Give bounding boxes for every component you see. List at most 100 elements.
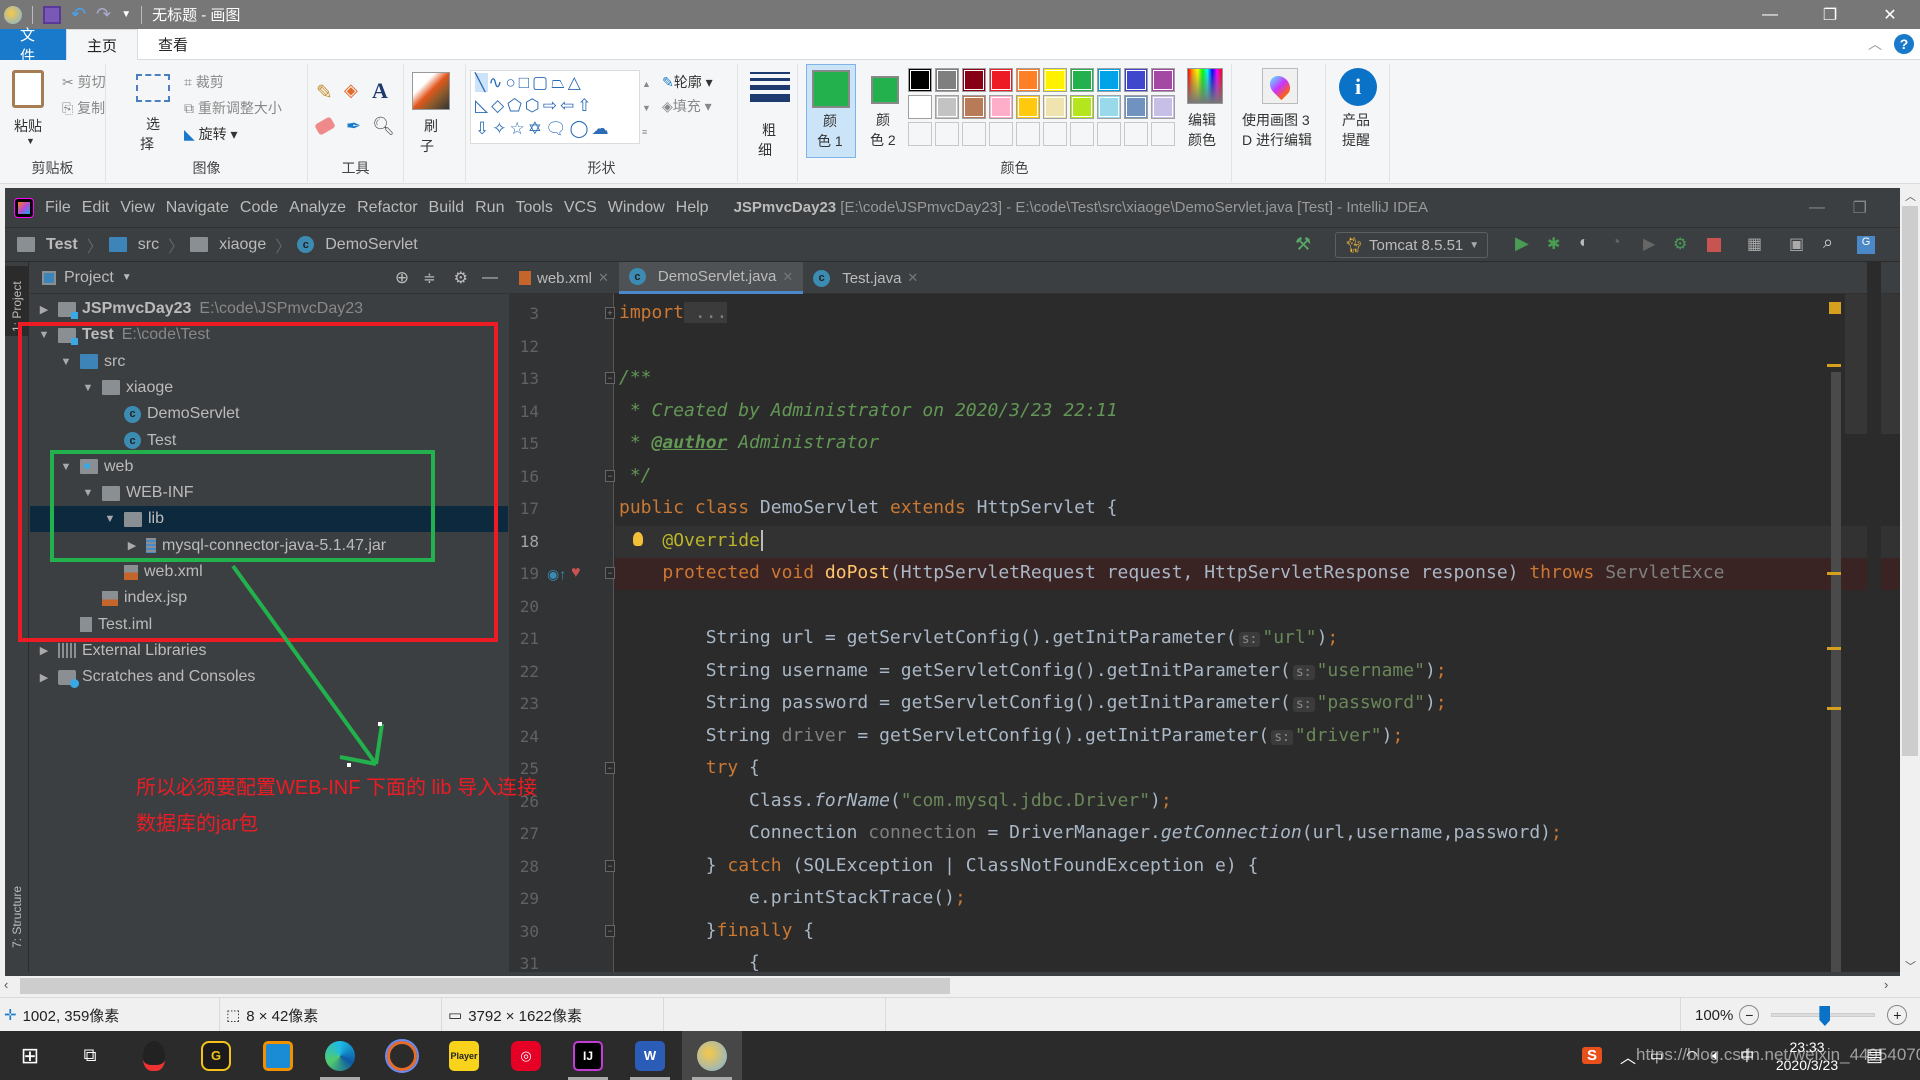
palette-empty-swatch[interactable] [908, 122, 932, 146]
menu-help[interactable]: Help [676, 199, 709, 217]
code-line-26[interactable]: Class.forName("com.mysql.jdbc.Driver"); [619, 786, 1172, 816]
editor-scrollbar[interactable] [1831, 372, 1841, 972]
menu-view[interactable]: View [120, 199, 154, 217]
eraser-icon[interactable] [314, 116, 336, 136]
menu-tools[interactable]: Tools [515, 199, 552, 217]
shapes-scroll[interactable]: ▲ ▼ ≡ [642, 72, 651, 144]
palette-color-swatch[interactable] [1043, 68, 1067, 92]
run-disabled-icon[interactable]: ▶ [1643, 234, 1661, 253]
zoom-in-button[interactable]: + [1887, 1005, 1908, 1025]
scroll-up-icon[interactable]: ︿ [1905, 188, 1916, 204]
paste-button[interactable]: 粘贴 ▼ [10, 70, 46, 150]
start-button[interactable]: ⊞ [0, 1031, 60, 1080]
palette-color-swatch[interactable] [1070, 95, 1094, 119]
taskbar-app-yellow[interactable]: G [186, 1031, 246, 1080]
line-shape-icon[interactable]: ╲ [475, 73, 489, 92]
hide-panel-icon[interactable]: — [482, 269, 498, 287]
tab-file[interactable]: 文件 [0, 27, 66, 65]
palette-empty-swatch[interactable] [1016, 122, 1040, 146]
code-line-21[interactable]: String url = getServletConfig().getInitP… [619, 623, 1339, 653]
code-line-15[interactable]: * @author Administrator [619, 428, 879, 458]
zoom-slider-thumb[interactable] [1819, 1006, 1831, 1026]
structure-stripe-button[interactable]: 7: Structure [5, 862, 29, 952]
code-line-22[interactable]: String username = getServletConfig().get… [619, 656, 1447, 686]
color2-button[interactable]: 颜 色 2 [862, 64, 908, 158]
resize-button[interactable]: ⧉ 重新调整大小 [184, 98, 282, 118]
ij-maximize-button[interactable]: ❐ [1853, 198, 1867, 218]
palette-empty-swatch[interactable] [1124, 122, 1148, 146]
palette-empty-swatch[interactable] [1043, 122, 1067, 146]
vertical-scrollbar[interactable]: ︿ ﹀ [1900, 188, 1920, 976]
palette-empty-swatch[interactable] [989, 122, 1013, 146]
palette-color-swatch[interactable] [1070, 68, 1094, 92]
build-hammer-icon[interactable]: ⚒ [1295, 234, 1311, 255]
customize-quick-access-icon[interactable]: ▼ [121, 9, 131, 20]
zoom-slider[interactable] [1771, 1006, 1876, 1026]
close-button[interactable]: ✕ [1860, 0, 1920, 29]
settings-gear-icon[interactable]: ⚙ [454, 268, 468, 288]
size-button[interactable]: 粗 细 [750, 72, 790, 172]
menu-code[interactable]: Code [240, 199, 278, 217]
warning-marker[interactable] [1827, 707, 1841, 710]
select-button[interactable]: 选 择 [136, 74, 172, 164]
code-line-14[interactable]: * Created by Administrator on 2020/3/23 … [619, 396, 1118, 426]
scroll-down-icon[interactable]: ﹀ [1905, 958, 1916, 974]
paint-app-icon[interactable] [4, 5, 22, 24]
search-icon[interactable]: ⌕ [1823, 232, 1841, 252]
stop-icon[interactable] [1707, 238, 1721, 252]
close-tab-icon[interactable]: ✕ [782, 269, 793, 285]
palette-color-swatch[interactable] [908, 68, 932, 92]
menu-run[interactable]: Run [475, 199, 504, 217]
override-method-icon[interactable]: ◉↑ [547, 566, 566, 583]
taskbar-app-qq[interactable] [124, 1031, 184, 1080]
rotate-button[interactable]: ◣ 旋转 ▾ [184, 124, 238, 144]
fill-button[interactable]: ◈填充 ▾ [662, 96, 712, 116]
fold-marker-icon[interactable]: − [605, 762, 615, 774]
breakpoint-icon[interactable]: ♥ [571, 564, 581, 582]
collapsed-arrow-icon[interactable]: ▶ [38, 644, 50, 657]
scroll-left-icon[interactable]: ‹ [4, 977, 8, 992]
palette-color-swatch[interactable] [1043, 95, 1067, 119]
debug-icon[interactable]: ✱ [1547, 234, 1565, 253]
scroll-thumb[interactable] [20, 978, 950, 994]
attach-debugger-icon[interactable]: ⚙ [1673, 234, 1691, 253]
chevron-down-icon[interactable]: ▼ [122, 272, 132, 283]
code-line-23[interactable]: String password = getServletConfig().get… [619, 688, 1447, 718]
profile-icon[interactable]: ◔ [1611, 234, 1629, 252]
palette-color-swatch[interactable] [1097, 68, 1121, 92]
warning-marker[interactable] [1827, 647, 1841, 650]
code-line-19[interactable]: protected void doPost(HttpServletRequest… [619, 558, 1724, 588]
fold-marker-icon[interactable]: − [605, 924, 615, 937]
palette-empty-swatch[interactable] [1097, 122, 1121, 146]
scroll-right-icon[interactable]: › [1884, 977, 1888, 992]
palette-color-swatch[interactable] [1151, 95, 1175, 119]
folded-imports[interactable]: ... [684, 302, 728, 323]
fold-marker-icon[interactable]: + [605, 307, 615, 319]
text-icon[interactable]: A [372, 78, 388, 104]
menu-analyze[interactable]: Analyze [289, 199, 346, 217]
palette-color-swatch[interactable] [1124, 68, 1148, 92]
breadcrumb-src[interactable]: src 〉 [108, 233, 184, 257]
menu-edit[interactable]: Edit [82, 199, 110, 217]
project-panel-title[interactable]: Project [64, 269, 114, 287]
locate-icon[interactable]: ⊕ [395, 268, 409, 288]
close-tab-icon[interactable]: ✕ [598, 270, 609, 286]
code-line-27[interactable]: Connection connection = DriverManager.ge… [619, 818, 1562, 848]
taskbar-app-intellij[interactable]: IJ [558, 1031, 618, 1080]
taskbar-app-paint[interactable] [682, 1031, 742, 1080]
fold-marker-icon[interactable]: − [605, 859, 615, 872]
palette-color-swatch[interactable] [1097, 95, 1121, 119]
palette-color-swatch[interactable] [935, 95, 959, 119]
palette-empty-swatch[interactable] [935, 122, 959, 146]
collapse-all-icon[interactable]: ≑ [423, 269, 436, 287]
save-icon[interactable] [43, 5, 61, 24]
menu-build[interactable]: Build [429, 199, 465, 217]
code-line-24[interactable]: String driver = getServletConfig().getIn… [619, 721, 1404, 751]
tab-view[interactable]: 查看 [138, 29, 208, 60]
taskbar-app-vmware[interactable] [248, 1031, 308, 1080]
undo-icon[interactable]: ↶ [71, 4, 86, 25]
maximize-button[interactable]: ❐ [1800, 0, 1860, 29]
palette-color-swatch[interactable] [935, 68, 959, 92]
brushes-button[interactable]: 刷 子 [412, 72, 452, 172]
crop-button[interactable]: ⌗ 裁剪 [184, 72, 224, 92]
